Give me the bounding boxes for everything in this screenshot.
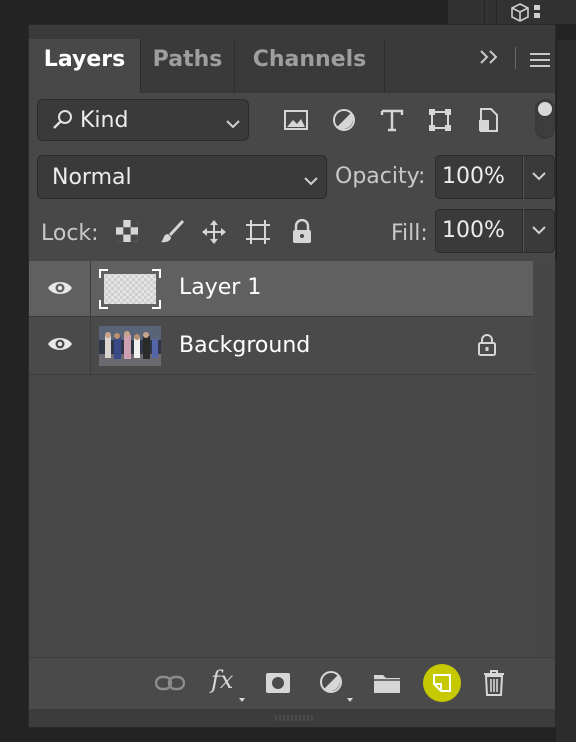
fill-input[interactable]: 100% <box>435 209 523 253</box>
3d-cube-icon[interactable] <box>510 2 544 26</box>
layer-name[interactable]: Layer 1 <box>179 275 261 300</box>
adjustment-menu-indicator <box>347 698 353 702</box>
double-chevron-right-icon[interactable] <box>479 47 501 71</box>
layers-panel: Layers Paths Channels Kind Normal Opacit… <box>28 24 556 728</box>
link-layers-icon[interactable] <box>154 674 186 696</box>
lock-artboard-icon[interactable] <box>245 219 271 249</box>
fx-icon[interactable]: fx <box>211 666 233 694</box>
top-right-toolbar-strip <box>448 0 576 24</box>
fill-dropdown-button[interactable] <box>523 209 555 253</box>
visibility-toggle[interactable] <box>29 317 91 375</box>
lock-transparent-pixels-icon[interactable] <box>115 219 139 247</box>
panel-resize-grip[interactable] <box>29 709 555 727</box>
chevron-down-icon <box>304 171 318 190</box>
filter-kind-label: Kind <box>80 108 129 133</box>
fx-menu-indicator <box>239 698 245 702</box>
search-icon <box>52 109 74 135</box>
new-layer-button[interactable] <box>423 664 461 702</box>
panel-tab-bar: Layers Paths Channels <box>29 25 555 93</box>
chevron-down-icon <box>226 114 240 133</box>
layers-bottom-toolbar: fx <box>29 657 555 710</box>
new-layer-icon <box>433 674 451 692</box>
delete-layer-icon[interactable] <box>483 670 505 700</box>
add-mask-icon[interactable] <box>265 672 291 698</box>
filter-toggle-switch[interactable] <box>535 99 555 139</box>
eye-icon <box>48 282 72 294</box>
shape-filter-icon[interactable] <box>427 107 453 133</box>
layer-thumbnail-photo <box>99 326 161 366</box>
lock-icon[interactable] <box>477 333 497 361</box>
filter-kind-select[interactable]: Kind <box>37 99 249 141</box>
layer-row-layer-1[interactable]: Layer 1 <box>29 261 533 317</box>
opacity-label: Opacity: <box>335 164 426 189</box>
opacity-input[interactable]: 100% <box>435 155 523 199</box>
blend-row: Normal Opacity: 100% <box>29 153 555 205</box>
blend-mode-select[interactable]: Normal <box>37 155 327 199</box>
tab-paths[interactable]: Paths <box>141 39 235 93</box>
blend-mode-value: Normal <box>52 165 132 190</box>
tab-layers[interactable]: Layers <box>29 39 141 93</box>
panel-controls-divider <box>515 47 516 69</box>
layers-scrollbar[interactable] <box>533 261 555 681</box>
smart-object-filter-icon[interactable] <box>475 107 501 133</box>
layer-row-background[interactable]: Background <box>29 317 533 375</box>
layer-name[interactable]: Background <box>179 333 310 358</box>
type-filter-icon[interactable] <box>379 107 405 133</box>
opacity-dropdown-button[interactable] <box>523 155 555 199</box>
chevron-down-icon <box>532 172 546 181</box>
adjustment-filter-icon[interactable] <box>331 107 357 133</box>
image-filter-icon[interactable] <box>283 107 309 133</box>
hamburger-menu-icon[interactable] <box>529 49 551 73</box>
lock-label: Lock: <box>41 221 99 246</box>
lock-row: Lock: Fill: 100% <box>29 205 555 264</box>
fill-label: Fill: <box>391 221 428 246</box>
lock-all-icon[interactable] <box>291 218 313 249</box>
adjustment-layer-icon[interactable] <box>319 670 343 698</box>
adjacent-panel-edge <box>556 40 576 742</box>
group-folder-icon[interactable] <box>373 672 401 698</box>
lock-image-pixels-icon[interactable] <box>159 219 185 249</box>
chevron-down-icon <box>532 226 546 235</box>
grip-lines-icon <box>275 715 313 721</box>
tab-channels[interactable]: Channels <box>235 39 385 93</box>
filter-row: Kind <box>29 93 555 153</box>
eye-icon <box>48 338 72 350</box>
visibility-toggle[interactable] <box>29 261 91 317</box>
lock-position-icon[interactable] <box>201 219 227 249</box>
layer-thumbnail-transparent <box>99 269 161 309</box>
